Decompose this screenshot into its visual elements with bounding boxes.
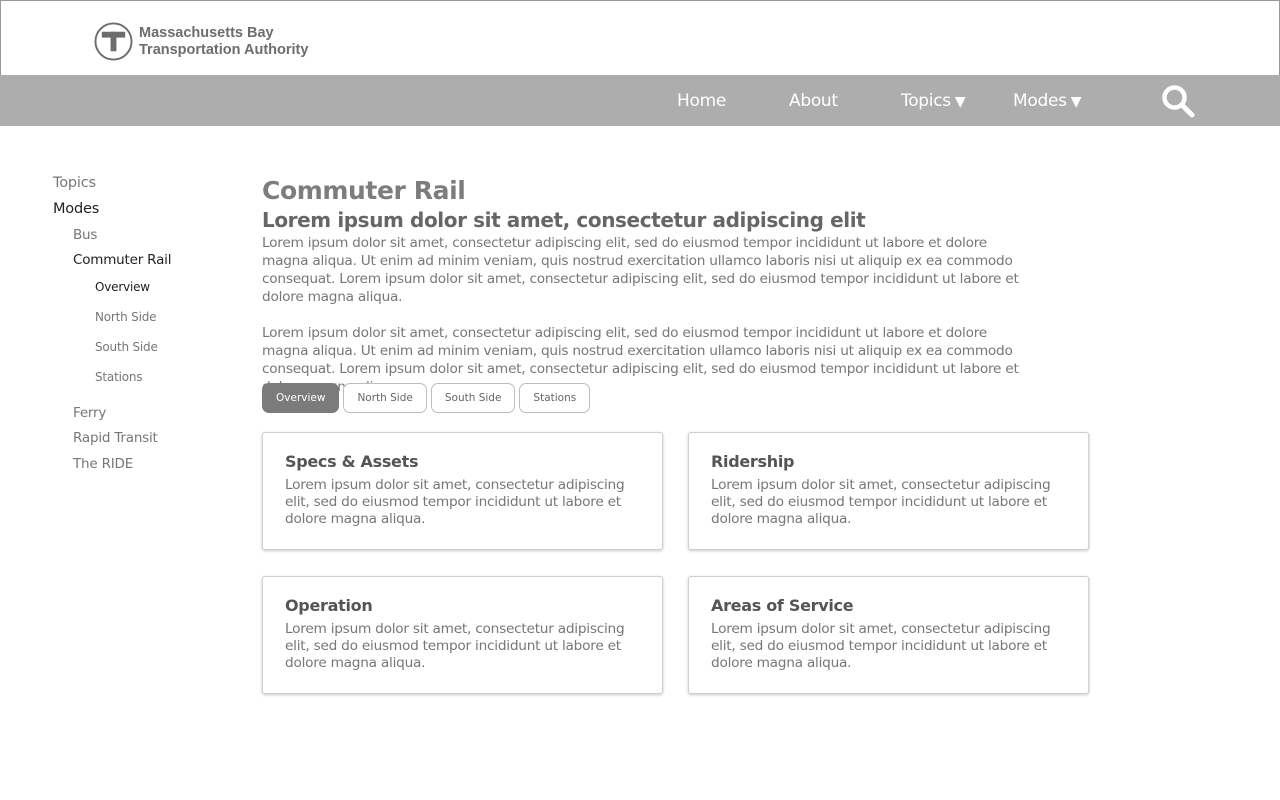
tab-south-side[interactable]: South Side bbox=[430, 383, 516, 413]
card-title: Ridership bbox=[711, 452, 795, 471]
site-header: Massachusetts Bay Transportation Authori… bbox=[0, 0, 1280, 76]
card-body: Lorem ipsum dolor sit amet, consectetur … bbox=[285, 477, 625, 527]
nav-topics-dropdown[interactable]: Topics ▼ bbox=[901, 91, 966, 111]
nav-topics-label: Topics bbox=[901, 91, 951, 111]
card-body: Lorem ipsum dolor sit amet, consectetur … bbox=[711, 621, 1051, 671]
section-tabs: Overview North Side South Side Stations bbox=[262, 383, 591, 413]
sidebar-item-commuter-rail[interactable]: Commuter Rail bbox=[73, 252, 171, 268]
sidebar-item-ferry[interactable]: Ferry bbox=[73, 405, 106, 421]
nav-home-label: Home bbox=[677, 91, 727, 111]
page-title: Commuter Rail bbox=[262, 176, 466, 205]
card-operation[interactable]: Operation Lorem ipsum dolor sit amet, co… bbox=[262, 576, 663, 694]
card-body: Lorem ipsum dolor sit amet, consectetur … bbox=[711, 477, 1051, 527]
sidebar-item-north-side[interactable]: North Side bbox=[95, 310, 157, 324]
card-title: Areas of Service bbox=[711, 596, 854, 615]
card-title: Specs & Assets bbox=[285, 452, 419, 471]
card-body: Lorem ipsum dolor sit amet, consectetur … bbox=[285, 621, 625, 671]
card-title: Operation bbox=[285, 596, 373, 615]
logo-text: Massachusetts Bay Transportation Authori… bbox=[139, 25, 308, 59]
nav-modes-dropdown[interactable]: Modes ▼ bbox=[1013, 91, 1081, 111]
caret-down-icon: ▼ bbox=[1070, 94, 1082, 110]
sidebar-item-bus[interactable]: Bus bbox=[73, 227, 97, 243]
nav-about[interactable]: About bbox=[789, 91, 838, 111]
card-areas-of-service[interactable]: Areas of Service Lorem ipsum dolor sit a… bbox=[688, 576, 1089, 694]
sidebar-item-the-ride[interactable]: The RIDE bbox=[73, 456, 133, 472]
sidebar-item-stations[interactable]: Stations bbox=[95, 370, 143, 384]
nav-modes-label: Modes bbox=[1013, 91, 1067, 111]
nav-about-label: About bbox=[789, 91, 838, 111]
intro-paragraph-1: Lorem ipsum dolor sit amet, consectetur … bbox=[262, 235, 1019, 305]
mbta-logo[interactable]: Massachusetts Bay Transportation Authori… bbox=[94, 22, 308, 61]
tab-stations[interactable]: Stations bbox=[519, 383, 591, 413]
sidebar-item-rapid-transit[interactable]: Rapid Transit bbox=[73, 430, 158, 446]
main-content: Commuter Rail Lorem ipsum dolor sit amet… bbox=[262, 176, 1022, 396]
nav-home[interactable]: Home bbox=[677, 91, 726, 111]
card-specs-assets[interactable]: Specs & Assets Lorem ipsum dolor sit ame… bbox=[262, 432, 663, 550]
sidebar-item-overview[interactable]: Overview bbox=[95, 280, 150, 294]
main-nav: Home About Topics ▼ Modes ▼ bbox=[0, 75, 1280, 126]
sidebar-item-modes[interactable]: Modes bbox=[53, 201, 99, 217]
tab-north-side[interactable]: North Side bbox=[343, 383, 427, 413]
tab-overview[interactable]: Overview bbox=[262, 383, 340, 413]
sidebar-item-south-side[interactable]: South Side bbox=[95, 340, 158, 354]
caret-down-icon: ▼ bbox=[954, 94, 966, 110]
card-ridership[interactable]: Ridership Lorem ipsum dolor sit amet, co… bbox=[688, 432, 1089, 550]
page-subtitle: Lorem ipsum dolor sit amet, consectetur … bbox=[262, 208, 866, 232]
sidebar-item-topics[interactable]: Topics bbox=[53, 175, 96, 191]
logo-line1: Massachusetts Bay bbox=[139, 24, 274, 41]
logo-line2: Transportation Authority bbox=[139, 41, 309, 58]
search-icon[interactable] bbox=[1161, 84, 1195, 118]
t-logo-icon bbox=[94, 22, 133, 61]
